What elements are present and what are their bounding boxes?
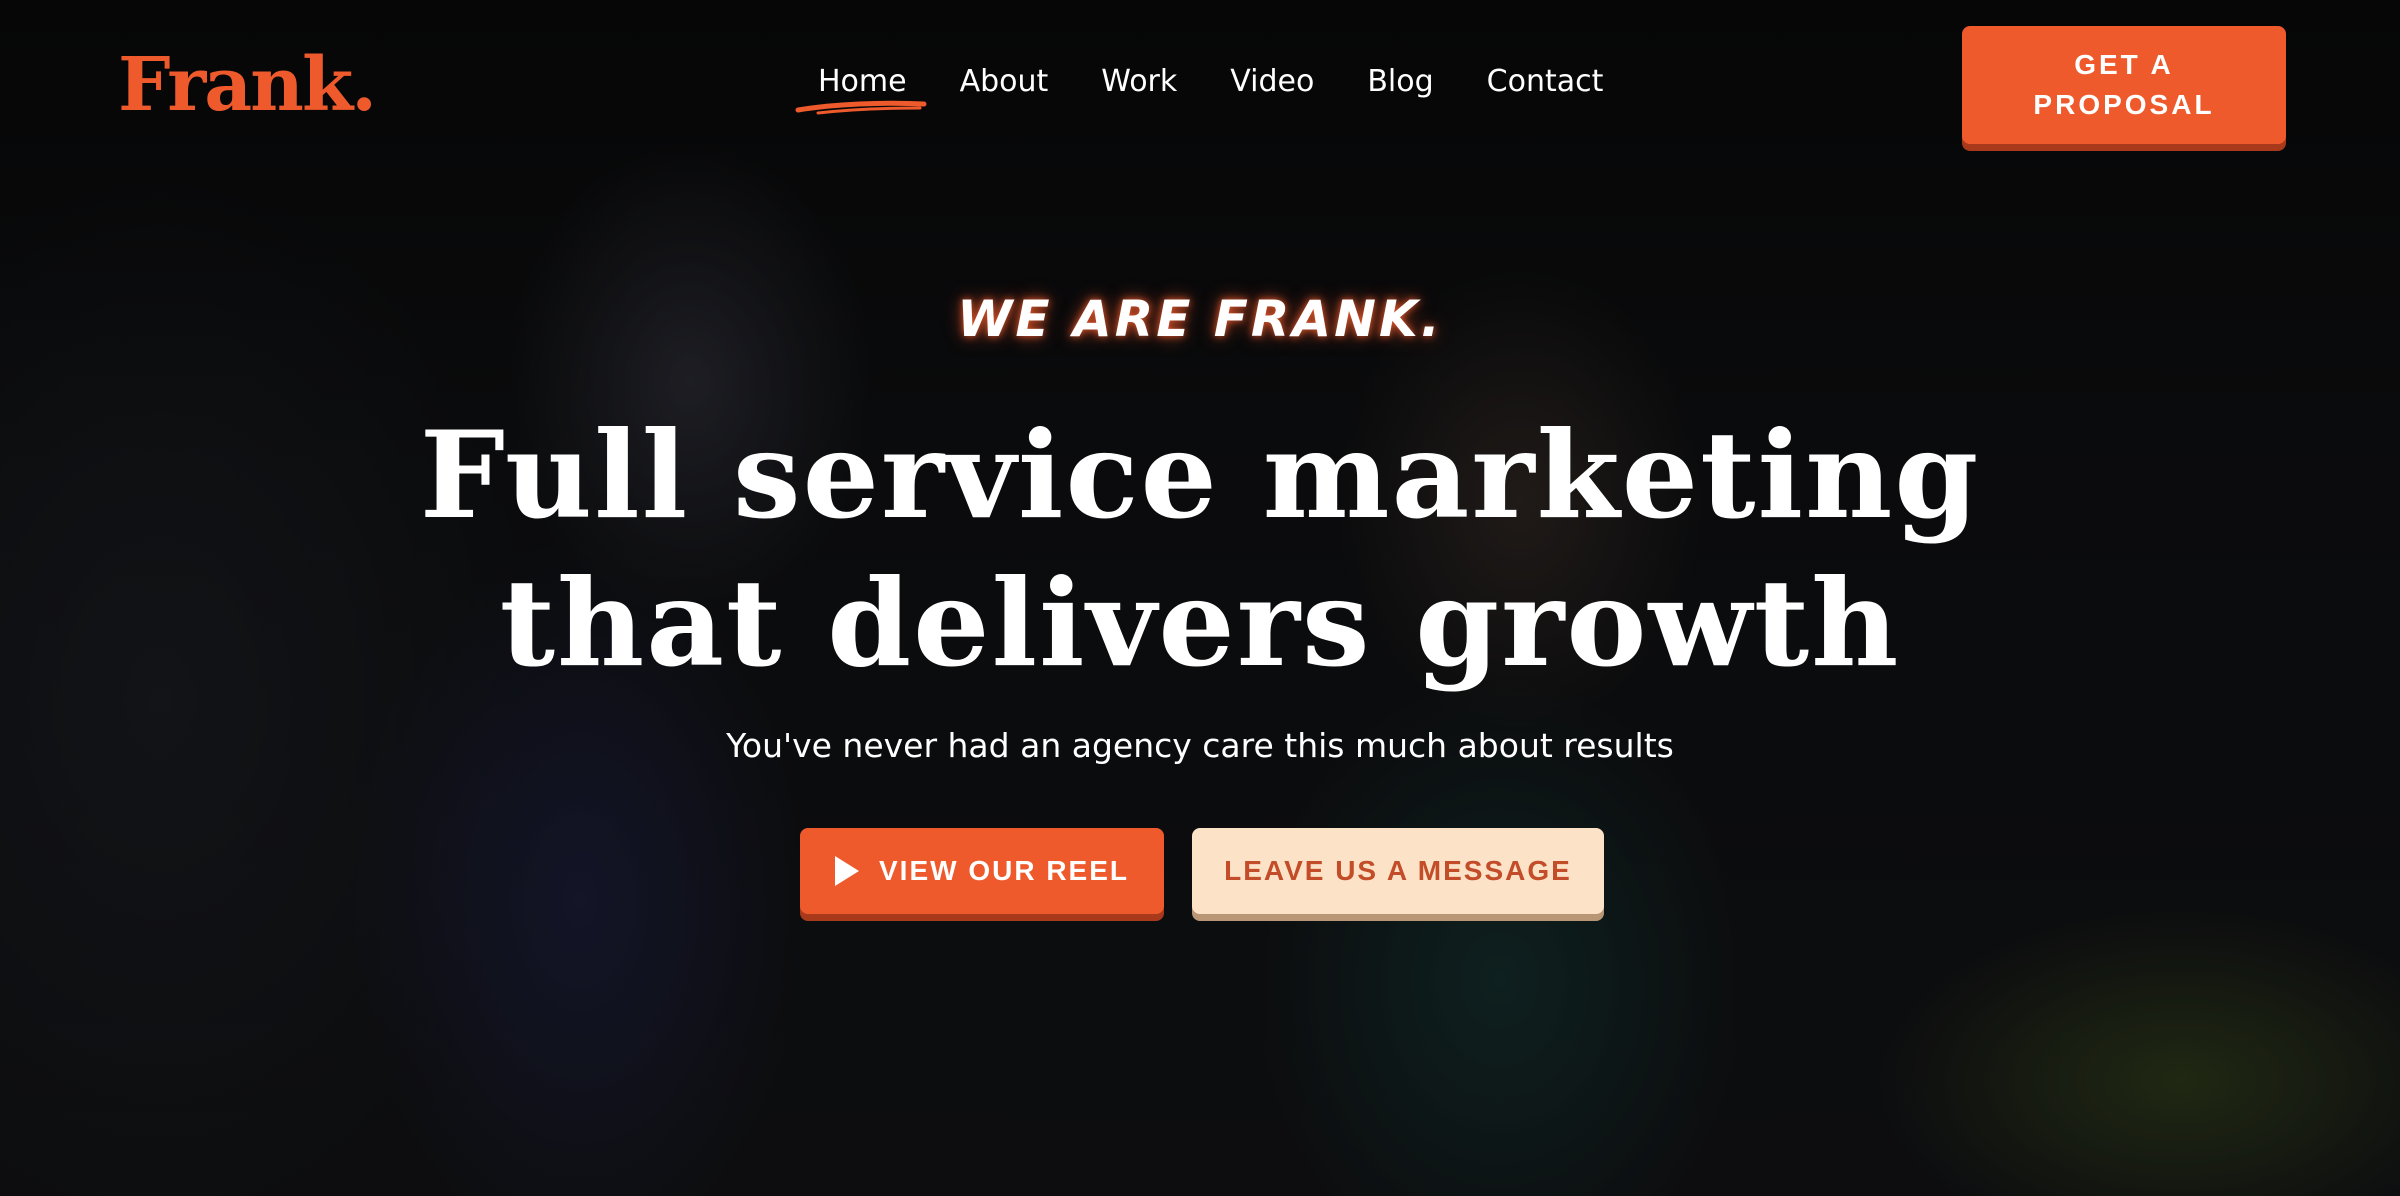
nav-item-video[interactable]: Video — [1230, 60, 1314, 104]
cta-label-line2: PROPOSAL — [2033, 89, 2215, 120]
nav-item-home[interactable]: Home — [795, 60, 927, 115]
brand-logo[interactable]: Frank. — [118, 40, 377, 122]
main-nav: Home About Work Video Blog Contact — [795, 60, 1604, 115]
nav-item-contact[interactable]: Contact — [1487, 60, 1604, 104]
leave-us-a-message-button[interactable]: LEAVE US A MESSAGE — [1192, 828, 1604, 914]
hero-eyebrow: WE ARE FRANK. — [957, 290, 1443, 348]
cta-label-line1: GET A — [2074, 49, 2174, 80]
nav-item-label: Contact — [1486, 64, 1604, 99]
nav-item-label: Work — [1101, 64, 1178, 99]
nav-item-about[interactable]: About — [960, 60, 1049, 104]
nav-item-work[interactable]: Work — [1101, 60, 1177, 104]
nav-item-label: Home — [818, 64, 907, 99]
cta-label: GET A PROPOSAL — [2033, 45, 2214, 125]
reel-button-label: VIEW OUR REEL — [878, 855, 1129, 886]
nav-item-blog[interactable]: Blog — [1367, 60, 1433, 104]
get-a-proposal-button[interactable]: GET A PROPOSAL — [1962, 26, 2286, 144]
nav-item-label: Blog — [1367, 64, 1434, 99]
nav-item-label: About — [959, 64, 1049, 99]
hero-subheading: You've never had an agency care this muc… — [726, 726, 1674, 765]
logo-dot: . — [351, 42, 378, 128]
hero-headline: Full service marketing that delivers gro… — [0, 402, 2400, 698]
headline-line-1: Full service marketing — [419, 405, 1981, 546]
landing-page: Frank. Home About Work Video Blog Contac… — [0, 0, 2400, 1196]
nav-item-label: Video — [1230, 64, 1315, 99]
active-underline-icon — [795, 100, 927, 115]
logo-wordmark: Frank — [118, 42, 353, 128]
headline-line-2: that delivers growth — [499, 553, 1901, 694]
view-our-reel-button[interactable]: VIEW OUR REEL — [800, 828, 1164, 914]
play-icon — [834, 856, 859, 886]
message-button-label: LEAVE US A MESSAGE — [1224, 855, 1572, 886]
